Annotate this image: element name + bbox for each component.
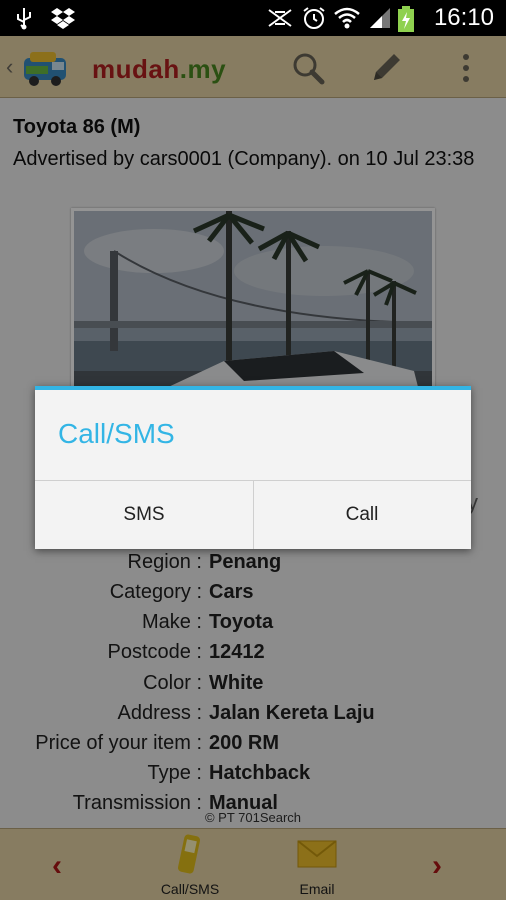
dropbox-icon [51, 8, 75, 29]
status-bar: 16:10 [0, 0, 506, 36]
dialog-title: Call/SMS [58, 418, 175, 449]
wifi-icon [334, 7, 360, 29]
alarm-icon [303, 7, 325, 29]
sms-button[interactable]: SMS [35, 481, 253, 549]
call-button[interactable]: Call [253, 481, 471, 549]
dialog-accent-line [35, 386, 471, 390]
signal-icon [370, 8, 390, 28]
usb-icon [17, 8, 31, 30]
mute-icon [268, 9, 292, 27]
call-sms-dialog: Call/SMS SMS Call [35, 386, 471, 549]
battery-charging-icon [398, 6, 414, 32]
clock: 16:10 [433, 4, 494, 31]
